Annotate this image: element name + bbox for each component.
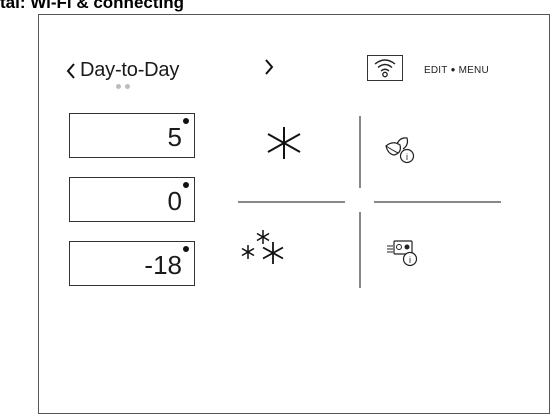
degree-dot [183,246,189,252]
supercool-icon[interactable] [264,125,304,166]
page-dot [125,84,130,89]
camera-info-icon[interactable]: i [386,237,422,274]
next-mode-button[interactable] [264,56,274,80]
page-indicator [116,84,130,89]
prev-mode-button[interactable]: Day-to-Day [66,59,179,82]
grid-divider-vertical [359,212,361,288]
superfrost-icon[interactable] [241,230,289,271]
wifi-button[interactable] [367,55,403,81]
svg-text:i: i [409,255,411,265]
degree-dot [183,118,189,124]
edit-menu: EDIT ● MENU [424,65,489,76]
menu-link[interactable]: MENU [459,65,489,76]
edit-link[interactable]: EDIT [424,65,448,76]
chevron-left-icon [66,62,75,79]
fridge-temp-box[interactable]: 5 [69,113,195,158]
temp-value: 0 [167,186,182,216]
mode-label: Day-to-Day [80,59,180,81]
degree-dot [183,182,189,188]
wifi-icon [374,59,396,78]
separator-dot: ● [450,65,456,74]
svg-text:i: i [406,152,408,162]
temp-value: 5 [167,122,182,152]
freezer-temp-box[interactable]: -18 [69,241,195,286]
chill-temp-box[interactable]: 0 [69,177,195,222]
chevron-right-icon [265,59,274,75]
section-heading: tal: Wi-Fi & connecting [0,0,185,12]
page-dot [116,84,121,89]
grid-divider-vertical [359,116,361,188]
grid-divider-horizontal [374,201,501,203]
eco-info-icon[interactable]: i [383,136,419,171]
temp-value: -18 [144,250,182,280]
grid-divider-horizontal [238,201,345,203]
